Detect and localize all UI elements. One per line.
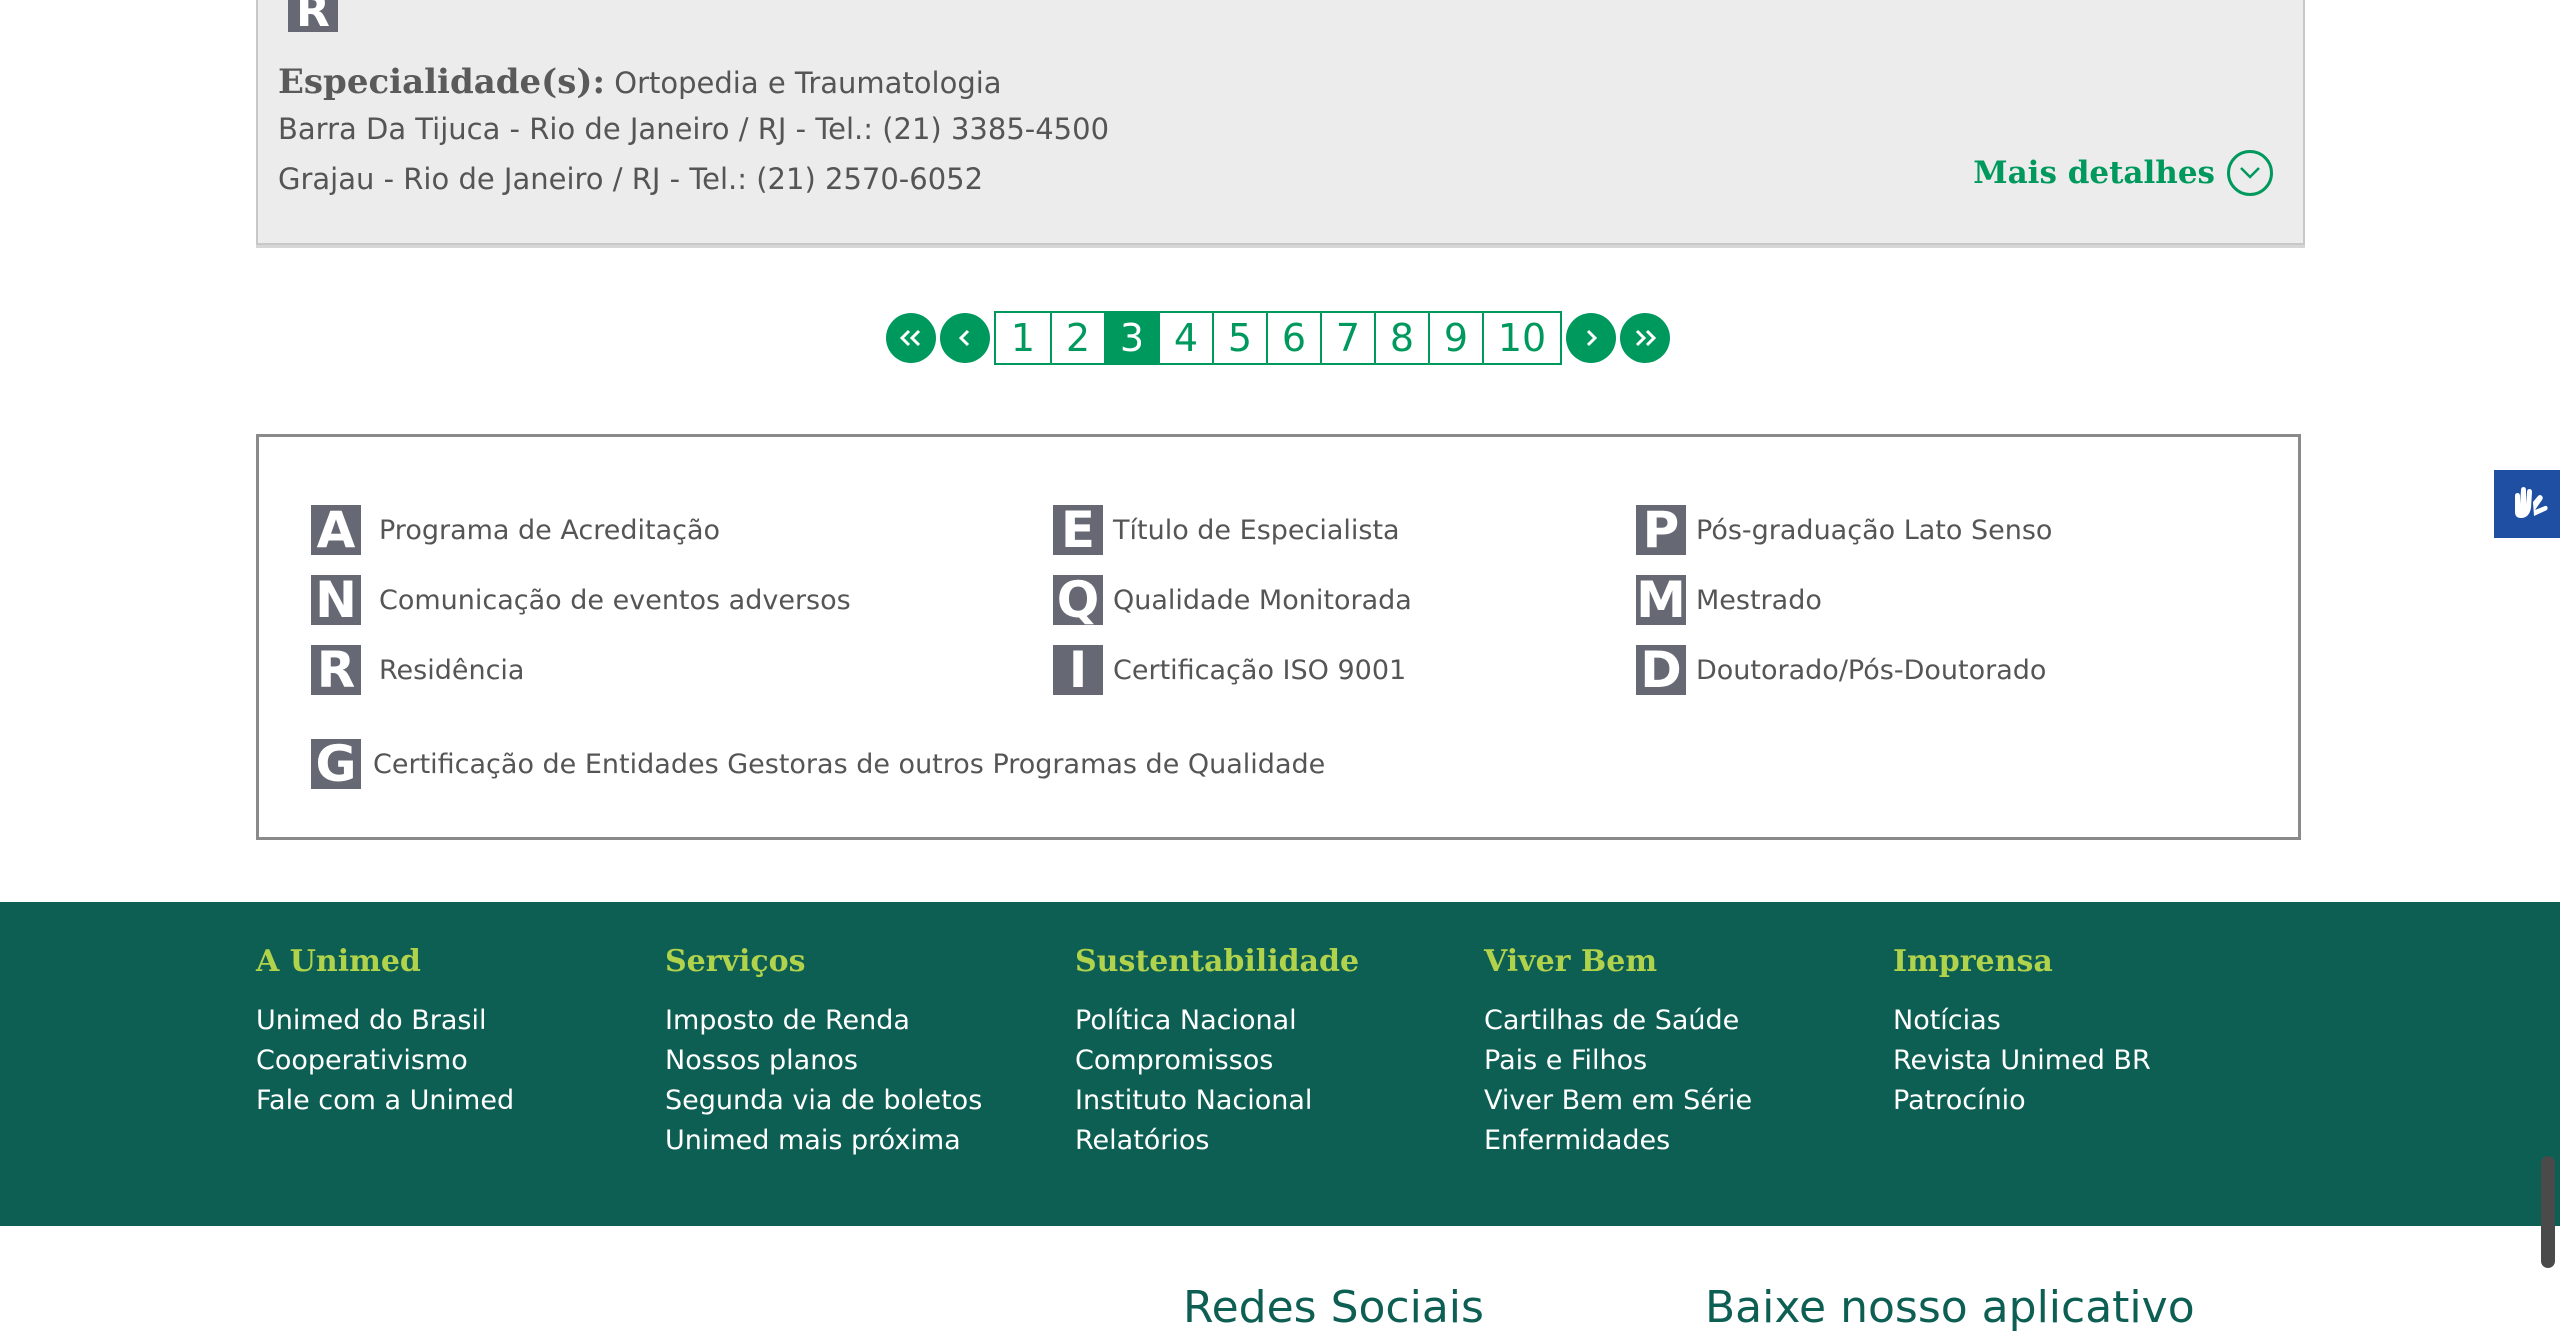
sign-language-accessibility-button[interactable]: [2494, 470, 2560, 538]
footer-column-a-unimed: A Unimed Unimed do Brasil Cooperativismo…: [256, 944, 514, 1121]
page-9-button[interactable]: 9: [1428, 313, 1482, 363]
download-app-heading: Baixe nosso aplicativo: [1705, 1282, 2195, 1333]
chevron-left-icon: [958, 329, 970, 347]
specialty-value: Ortopedia e Traumatologia: [605, 66, 1002, 100]
site-footer: A Unimed Unimed do Brasil Cooperativismo…: [0, 902, 2560, 1226]
next-page-button[interactable]: [1566, 313, 1616, 363]
hands-icon: [2515, 487, 2548, 518]
legend-item-pos-graduacao: P Pós-graduação Lato Senso: [1636, 501, 2053, 559]
specialty-line: Especialidade(s): Ortopedia e Traumatolo…: [278, 62, 1002, 102]
legend-badge-d: D: [1636, 641, 1686, 699]
legend-item-iso-9001: I Certificação ISO 9001: [1053, 641, 1407, 699]
legend-badge-r: R: [311, 641, 361, 699]
footer-link[interactable]: Unimed mais próxima: [665, 1121, 982, 1161]
legend-item-entidades-gestoras: G Certificação de Entidades Gestoras de …: [311, 735, 1326, 793]
legend-badge-m: M: [1636, 571, 1686, 629]
footer-link[interactable]: Política Nacional: [1075, 1001, 1359, 1041]
specialty-label: Especialidade(s):: [278, 62, 606, 102]
page-3-button-current[interactable]: 3: [1104, 313, 1158, 363]
footer-link[interactable]: Viver Bem em Série: [1484, 1081, 1752, 1121]
legend-label: Comunicação de eventos adversos: [379, 584, 851, 616]
footer-link[interactable]: Segunda via de boletos: [665, 1081, 982, 1121]
legend-label: Doutorado/Pós-Doutorado: [1696, 654, 2047, 686]
legend-item-especialista: E Título de Especialista: [1053, 501, 1400, 559]
page-5-button[interactable]: 5: [1212, 313, 1266, 363]
legend-label: Mestrado: [1696, 584, 1822, 616]
footer-link[interactable]: Notícias: [1893, 1001, 2151, 1041]
page-7-button[interactable]: 7: [1320, 313, 1374, 363]
legend-badge-e: E: [1053, 501, 1103, 559]
footer-link[interactable]: Relatórios: [1075, 1121, 1359, 1161]
footer-link[interactable]: Pais e Filhos: [1484, 1041, 1752, 1081]
legend-badge-i: I: [1053, 641, 1103, 699]
footer-heading: Imprensa: [1893, 944, 2053, 979]
page-10-button[interactable]: 10: [1482, 313, 1560, 363]
legend-item-doutorado: D Doutorado/Pós-Doutorado: [1636, 641, 2047, 699]
footer-heading: A Unimed: [256, 944, 421, 979]
footer-link[interactable]: Unimed do Brasil: [256, 1001, 514, 1041]
legend-item-mestrado: M Mestrado: [1636, 571, 1822, 629]
footer-column-imprensa: Imprensa Notícias Revista Unimed BR Patr…: [1893, 944, 2151, 1121]
double-chevron-right-icon: [1635, 329, 1657, 347]
footer-link[interactable]: Imposto de Renda: [665, 1001, 982, 1041]
legend-item-residencia: R Residência: [311, 641, 525, 699]
legend-label: Pós-graduação Lato Senso: [1696, 514, 2053, 546]
legend-badge-n: N: [311, 571, 361, 629]
legend-item-eventos-adversos: N Comunicação de eventos adversos: [311, 571, 851, 629]
address-line-2: Grajau - Rio de Janeiro / RJ - Tel.: (21…: [278, 162, 984, 196]
more-details-link[interactable]: Mais detalhes: [1973, 150, 2273, 196]
chevron-down-icon: [2227, 150, 2273, 196]
first-page-button[interactable]: [886, 313, 936, 363]
footer-link[interactable]: Nossos planos: [665, 1041, 982, 1081]
page-6-button[interactable]: 6: [1266, 313, 1320, 363]
social-networks-heading: Redes Sociais: [1183, 1282, 1484, 1333]
footer-link[interactable]: Cartilhas de Saúde: [1484, 1001, 1752, 1041]
legend-label: Programa de Acreditação: [379, 514, 721, 546]
footer-link[interactable]: Cooperativismo: [256, 1041, 514, 1081]
more-details-label: Mais detalhes: [1973, 155, 2215, 191]
footer-link[interactable]: Enfermidades: [1484, 1121, 1752, 1161]
page-4-button[interactable]: 4: [1158, 313, 1212, 363]
last-page-button[interactable]: [1620, 313, 1670, 363]
legend-item-qualidade-monitorada: Q Qualidade Monitorada: [1053, 571, 1412, 629]
legend-badge-g: G: [311, 735, 361, 793]
previous-page-button[interactable]: [940, 313, 990, 363]
qualification-legend: A Programa de Acreditação E Título de Es…: [256, 434, 2301, 840]
chevron-right-icon: [1586, 329, 1598, 347]
legend-label: Certificação ISO 9001: [1113, 654, 1407, 686]
legend-item-acreditacao: A Programa de Acreditação: [311, 501, 721, 559]
legend-badge-a: A: [311, 501, 361, 559]
provider-result-card: R Especialidade(s): Ortopedia e Traumato…: [256, 0, 2305, 245]
address-line-1: Barra Da Tijuca - Rio de Janeiro / RJ - …: [278, 112, 1110, 146]
footer-heading: Serviços: [665, 944, 806, 979]
footer-column-sustentabilidade: Sustentabilidade Política Nacional Compr…: [1075, 944, 1359, 1161]
double-chevron-left-icon: [899, 329, 921, 347]
page-number-list: 1 2 3 4 5 6 7 8 9 10: [994, 311, 1562, 365]
footer-link[interactable]: Compromissos: [1075, 1041, 1359, 1081]
legend-badge-p: P: [1636, 501, 1686, 559]
page-8-button[interactable]: 8: [1374, 313, 1428, 363]
page-2-button[interactable]: 2: [1050, 313, 1104, 363]
legend-badge-q: Q: [1053, 571, 1103, 629]
footer-column-servicos: Serviços Imposto de Renda Nossos planos …: [665, 944, 982, 1161]
legend-label: Residência: [379, 654, 525, 686]
footer-link[interactable]: Instituto Nacional: [1075, 1081, 1359, 1121]
page-scrollbar[interactable]: [2541, 1156, 2555, 1268]
footer-column-viver-bem: Viver Bem Cartilhas de Saúde Pais e Filh…: [1484, 944, 1752, 1161]
footer-heading: Viver Bem: [1484, 944, 1658, 979]
footer-heading: Sustentabilidade: [1075, 944, 1360, 979]
footer-link[interactable]: Revista Unimed BR: [1893, 1041, 2151, 1081]
footer-link[interactable]: Fale com a Unimed: [256, 1081, 514, 1121]
footer-link[interactable]: Patrocínio: [1893, 1081, 2151, 1121]
legend-label: Título de Especialista: [1113, 514, 1400, 546]
residencia-badge: R: [288, 0, 338, 37]
pagination: 1 2 3 4 5 6 7 8 9 10: [884, 311, 1672, 365]
legend-label: Qualidade Monitorada: [1113, 584, 1412, 616]
legend-label: Certificação de Entidades Gestoras de ou…: [373, 748, 1326, 780]
page-1-button[interactable]: 1: [996, 313, 1050, 363]
